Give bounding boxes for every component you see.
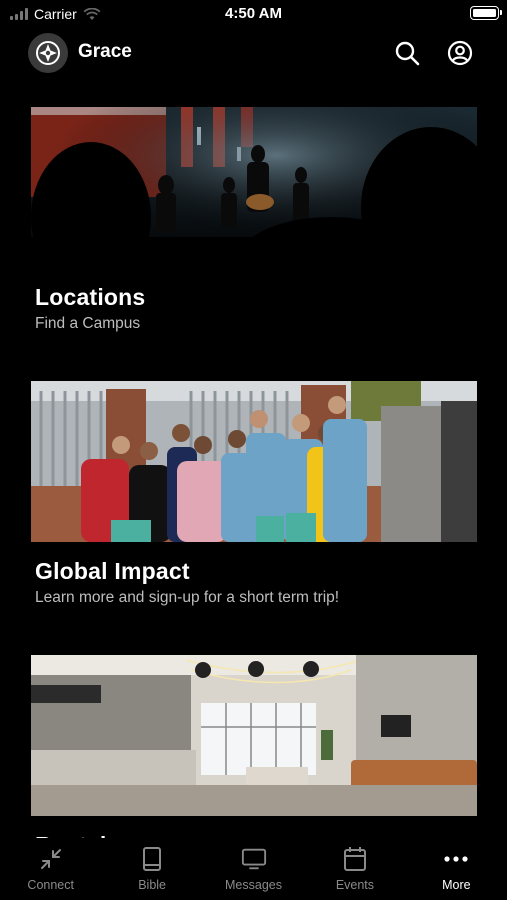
tab-label: More (442, 878, 471, 892)
tab-bible[interactable]: Bible (101, 838, 202, 900)
connect-arrows-icon (38, 846, 64, 872)
tab-label: Connect (27, 878, 74, 892)
card-subtitle: Find a Campus (35, 315, 141, 332)
search-button[interactable] (392, 38, 422, 68)
card-rentals[interactable]: Rentals (31, 655, 477, 859)
tab-more[interactable]: More (406, 838, 507, 900)
profile-button[interactable] (445, 38, 475, 68)
church-logo-icon[interactable] (28, 33, 68, 73)
battery-icon (470, 6, 502, 20)
card-title: Locations (35, 284, 146, 310)
card-global-impact[interactable]: Global Impact Learn more and sign-up for… (31, 381, 477, 607)
app-title: Grace (78, 41, 132, 62)
card-locations[interactable]: Locations Find a Campus (31, 107, 477, 333)
card-subtitle: Learn more and sign-up for a short term … (35, 589, 340, 606)
search-icon (395, 41, 420, 66)
profile-icon (447, 40, 473, 66)
book-icon (139, 846, 165, 872)
tab-events[interactable]: Events (304, 838, 405, 900)
calendar-icon (342, 846, 368, 872)
card-title: Global Impact (35, 558, 190, 584)
tab-bar: Connect Bible Messages Events More (0, 838, 507, 900)
tv-icon (241, 846, 267, 872)
app-header: Grace (0, 30, 507, 76)
tab-messages[interactable]: Messages (203, 838, 304, 900)
locations-image (31, 107, 477, 268)
global-impact-image (31, 381, 477, 542)
tab-label: Events (335, 878, 375, 892)
status-time: 4:50 AM (225, 5, 282, 22)
tab-label: Messages (225, 878, 282, 892)
more-dots-icon (443, 846, 469, 872)
tab-label: Bible (138, 878, 166, 892)
status-bar: Carrier 4:50 AM (0, 0, 507, 28)
rentals-image (31, 655, 477, 816)
tab-connect[interactable]: Connect (0, 838, 101, 900)
